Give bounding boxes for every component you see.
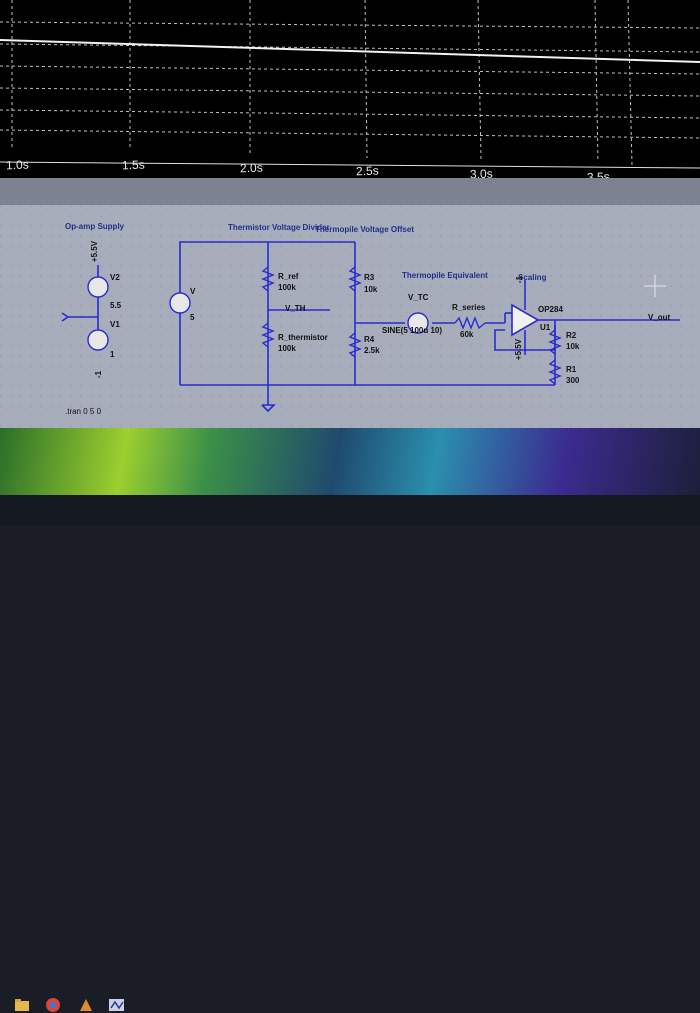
comp-v-value[interactable]: 5 [190, 313, 194, 322]
comp-r3-value[interactable]: 10k [364, 285, 377, 294]
taskbar[interactable] [0, 495, 700, 1012]
comp-r3[interactable]: R3 [364, 273, 374, 282]
net-plus5v[interactable]: +5.5V [90, 241, 99, 262]
comp-r1[interactable]: R1 [566, 365, 576, 374]
source-v2 [87, 276, 109, 298]
net-v-out[interactable]: V_out [648, 313, 670, 322]
comp-r2-value[interactable]: 10k [566, 342, 579, 351]
spice-directive[interactable]: .tran 0 5 0 [65, 407, 101, 416]
file-explorer-icon[interactable] [14, 997, 30, 1013]
source-v1 [87, 329, 109, 351]
comp-op284[interactable]: OP284 [538, 305, 563, 314]
chrome-icon[interactable] [45, 997, 61, 1013]
comp-u1[interactable]: U1 [540, 323, 550, 332]
comp-r-thermistor[interactable]: R_thermistor [278, 333, 328, 342]
net-minus1[interactable]: -1 [94, 371, 103, 378]
schematic-wires [0, 205, 700, 430]
ltspice-icon[interactable] [108, 997, 124, 1013]
net-v-th[interactable]: V_TH [285, 304, 305, 313]
comp-sine[interactable]: SINE(5 100u 10) [382, 326, 442, 335]
comp-r4[interactable]: R4 [364, 335, 374, 344]
desktop-wallpaper [0, 428, 700, 498]
app-icon[interactable] [78, 997, 94, 1013]
comp-v1-value[interactable]: 1 [110, 350, 114, 359]
label-thermopile-offset: Thermopile Voltage Offset [315, 225, 414, 234]
comp-v2-value[interactable]: 5.5 [110, 301, 121, 310]
comp-v2[interactable]: V2 [110, 273, 120, 282]
net-op-minus1[interactable]: -1 [515, 276, 524, 283]
tick-label: 1.5s [121, 157, 145, 173]
tick-label: 1.0s [5, 157, 29, 173]
comp-r1-value[interactable]: 300 [566, 376, 579, 385]
net-v-tc[interactable]: V_TC [408, 293, 428, 302]
schematic-canvas[interactable]: Op-amp Supply Thermistor Voltage Divider… [0, 205, 700, 430]
tick-label: 2.5s [355, 163, 379, 179]
label-opamp-supply: Op-amp Supply [65, 222, 125, 231]
pane-splitter[interactable] [0, 178, 700, 208]
comp-r-thermistor-value[interactable]: 100k [278, 344, 296, 353]
comp-r-series-value[interactable]: 60k [460, 330, 473, 339]
comp-r2[interactable]: R2 [566, 331, 576, 340]
comp-r-ref[interactable]: R_ref [278, 272, 298, 281]
comp-v[interactable]: V [190, 287, 195, 296]
net-op-plus5v[interactable]: +5.5V [514, 339, 523, 360]
comp-r4-value[interactable]: 2.5k [364, 346, 380, 355]
label-thermopile-equivalent: Thermopile Equivalent [402, 271, 488, 280]
comp-r-ref-value[interactable]: 100k [278, 283, 296, 292]
comp-r-series[interactable]: R_series [452, 303, 485, 312]
source-v [169, 292, 191, 314]
tick-label: 2.0s [239, 160, 263, 176]
comp-v1[interactable]: V1 [110, 320, 120, 329]
